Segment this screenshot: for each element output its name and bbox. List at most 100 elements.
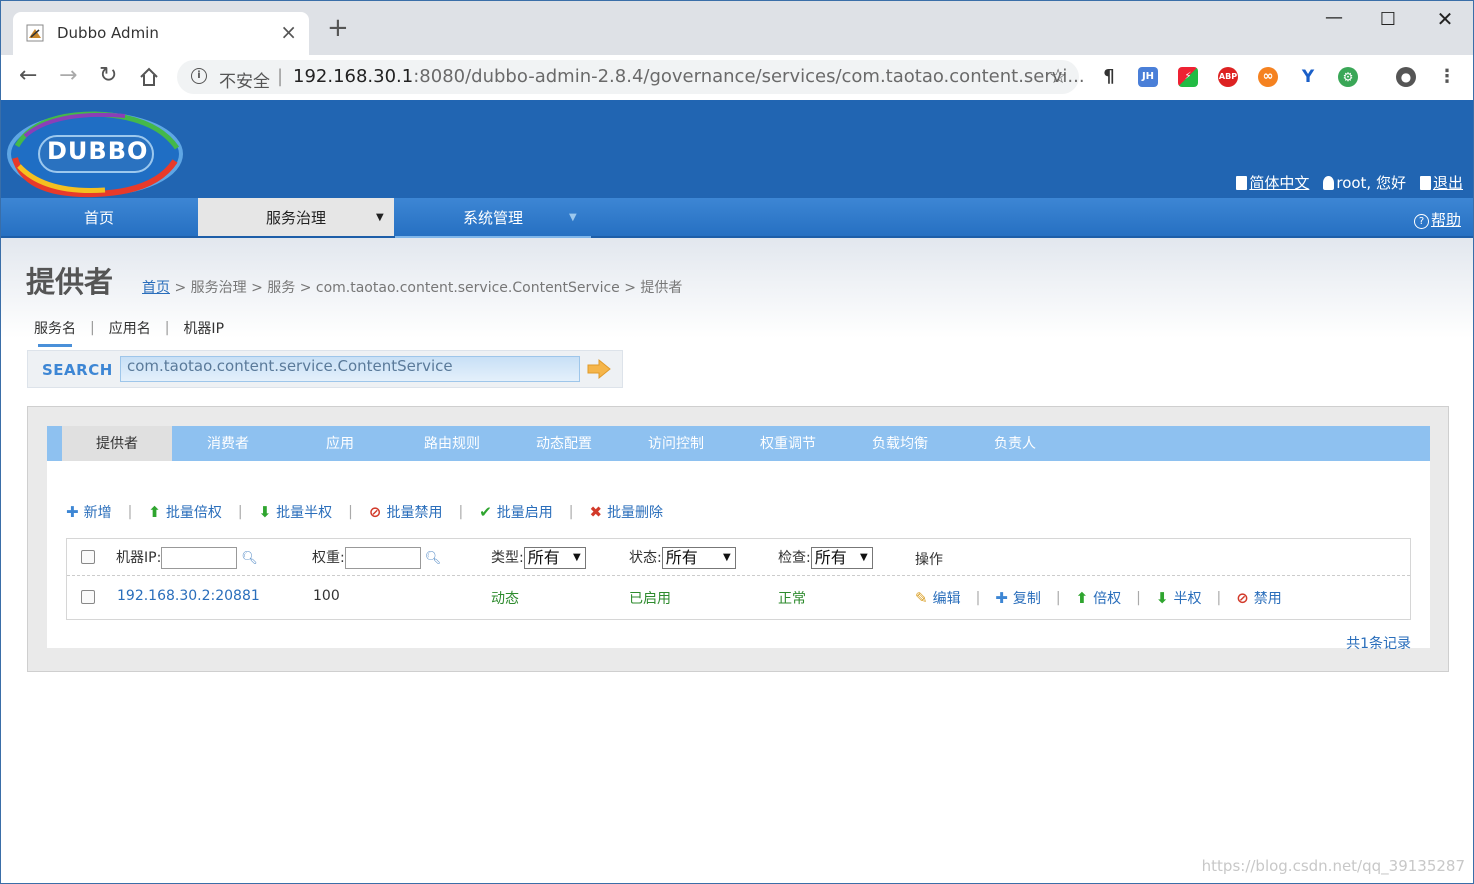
ops-header: 操作 [915, 552, 943, 568]
check-select[interactable]: 所有 ▼ [810, 547, 873, 569]
logo-text: DUBBO [47, 137, 149, 165]
logout-icon [1419, 176, 1431, 190]
url-text[interactable]: 192.168.30.1:8080/dubbo-admin-2.8.4/gove… [293, 66, 1085, 87]
logout-link[interactable]: 退出 [1419, 172, 1463, 193]
close-window-icon[interactable]: ✕ [1430, 7, 1460, 31]
help-link-text: 帮助 [1430, 211, 1461, 229]
user-greeting: root, 您好 [1323, 172, 1406, 193]
info-icon[interactable]: i [191, 68, 207, 84]
double-weight-button[interactable]: ⬆ 倍权 [1076, 588, 1122, 608]
browser-tab[interactable]: Dubbo Admin × [13, 12, 309, 55]
search-type-tabs: 服务名 | 应用名 | 机器IP [34, 318, 224, 347]
help-icon: ? [1413, 214, 1429, 229]
menu-kebab-icon[interactable]: ⋮ [1437, 67, 1457, 87]
language-link-text[interactable]: 简体中文 [1249, 174, 1309, 192]
search-tab-ip[interactable]: 机器IP [183, 318, 224, 338]
type-select[interactable]: 所有 ▼ [523, 547, 586, 569]
nav-home[interactable]: 首页 [1, 198, 197, 236]
chevron-down-icon: ▼ [376, 212, 384, 223]
app-header: DUBBO 简体中文 root, 您好 退出 [1, 100, 1473, 198]
divider: | [90, 320, 95, 336]
delete-x-icon: ✖ [589, 503, 603, 521]
divider: | [975, 590, 981, 606]
double-weight-label: 倍权 [1093, 591, 1122, 607]
language-link[interactable]: 简体中文 [1236, 172, 1309, 193]
home-icon[interactable] [139, 67, 159, 87]
paragraph-extension-icon[interactable]: ¶ [1099, 67, 1119, 87]
url-host: 192.168.30.1 [293, 66, 414, 87]
gear-extension-icon[interactable]: ⚙ [1338, 67, 1358, 87]
document-icon [1236, 176, 1248, 190]
type-select-value: 所有 [527, 548, 560, 567]
tab-close-icon[interactable]: × [280, 20, 297, 44]
tab-dynamic-config[interactable]: 动态配置 [508, 426, 620, 461]
tab-weight[interactable]: 权重调节 [732, 426, 844, 461]
divider: | [458, 504, 464, 520]
tab-routes[interactable]: 路由规则 [396, 426, 508, 461]
batch-disable-button[interactable]: ⊘ 批量禁用 [369, 502, 443, 522]
bookmark-star-icon[interactable]: ☆ [1049, 64, 1067, 88]
back-icon[interactable]: ← [19, 63, 37, 88]
tab-providers[interactable]: 提供者 [62, 426, 172, 461]
table-row: 192.168.30.2:20881 100 动态 已启用 正常 ✎ 编辑 | ✚… [67, 576, 1410, 618]
breadcrumb-home-link[interactable]: 首页 [142, 280, 170, 296]
search-arrow-icon[interactable] [586, 358, 612, 380]
record-count: 共1条记录 [1346, 636, 1411, 652]
providers-panel-inner: 提供者 消费者 应用 路由规则 动态配置 访问控制 权重调节 负载均衡 负责人 … [47, 426, 1430, 652]
minimize-icon[interactable]: — [1319, 7, 1349, 28]
search-icon[interactable]: 🔍︎ [425, 551, 442, 566]
tab-load-balance[interactable]: 负载均衡 [844, 426, 956, 461]
forward-icon[interactable]: → [59, 63, 77, 88]
logout-link-text[interactable]: 退出 [1433, 174, 1463, 192]
jh-extension-icon[interactable]: JH [1138, 67, 1158, 87]
reload-icon[interactable]: ↻ [99, 63, 117, 88]
edit-label: 编辑 [932, 591, 961, 607]
weight-filter-input[interactable] [344, 547, 421, 569]
providers-table: 机器IP: 🔍︎ 权重: 🔍︎ 类型: 所有 ▼ 状态: 所有 ▼ 检查: 所有 ▼ 操作 [66, 538, 1411, 620]
arrow-down-icon: ⬇ [1155, 589, 1169, 607]
provider-address-link[interactable]: 192.168.30.2:20881 [117, 588, 260, 604]
check-filter-label: 检查: [778, 550, 811, 566]
add-button[interactable]: ✚ 新增 [66, 502, 112, 522]
tab-owners[interactable]: 负责人 [956, 426, 1074, 461]
arrow-up-icon: ⬆ [148, 503, 161, 521]
batch-enable-button[interactable]: ✔ 批量启用 [479, 502, 553, 522]
search-tab-application[interactable]: 应用名 [109, 318, 151, 338]
infinity-extension-icon[interactable]: ∞ [1258, 67, 1278, 87]
maximize-icon[interactable]: ☐ [1373, 9, 1403, 30]
lightning-extension-icon[interactable]: ⚡ [1178, 67, 1198, 87]
row-checkbox[interactable] [81, 590, 95, 604]
batch-half-weight-button[interactable]: ⬇ 批量半权 [259, 502, 333, 522]
address-bar[interactable]: i 不安全 | 192.168.30.1:8080/dubbo-admin-2.… [177, 60, 1085, 94]
copy-button[interactable]: ✚ 复制 [995, 588, 1041, 608]
help-link[interactable]: ? 帮助 [1413, 209, 1461, 230]
status-select[interactable]: 所有 ▼ [661, 547, 736, 569]
select-all-checkbox[interactable] [81, 550, 95, 564]
y-extension-icon[interactable]: Y [1298, 67, 1318, 87]
tab-consumers[interactable]: 消费者 [172, 426, 284, 461]
ban-icon: ⊘ [368, 503, 382, 521]
disable-button[interactable]: ⊘ 禁用 [1236, 588, 1282, 608]
ip-filter-input[interactable] [161, 547, 238, 569]
edit-button[interactable]: ✎ 编辑 [915, 588, 961, 608]
check-filter: 检查: 所有 ▼ [778, 547, 873, 569]
nav-system[interactable]: 系统管理 ▼ [395, 198, 591, 238]
new-tab-button[interactable]: + [327, 15, 349, 41]
omnibox-divider: | [277, 66, 284, 87]
tab-applications[interactable]: 应用 [284, 426, 396, 461]
search-icon[interactable]: 🔍︎ [241, 551, 258, 566]
half-weight-button[interactable]: ⬇ 半权 [1156, 588, 1202, 608]
batch-double-weight-button[interactable]: ⬆ 批量倍权 [148, 502, 222, 522]
profile-avatar-icon[interactable]: ● [1396, 67, 1416, 87]
page-title: 提供者 [26, 265, 114, 299]
header-links: 简体中文 root, 您好 退出 [1236, 172, 1463, 193]
tab-access-control[interactable]: 访问控制 [620, 426, 732, 461]
chevron-down-icon: ▼ [569, 212, 577, 223]
search-tab-service[interactable]: 服务名 [34, 318, 76, 347]
provider-check: 正常 [778, 591, 806, 607]
adblock-extension-icon[interactable]: ABP [1218, 67, 1238, 87]
nav-governance[interactable]: 服务治理 ▼ [198, 198, 394, 236]
ip-filter-label: 机器IP: [116, 550, 162, 566]
batch-delete-button[interactable]: ✖ 批量删除 [589, 502, 663, 522]
search-input[interactable]: com.taotao.content.service.ContentServic… [120, 356, 580, 382]
